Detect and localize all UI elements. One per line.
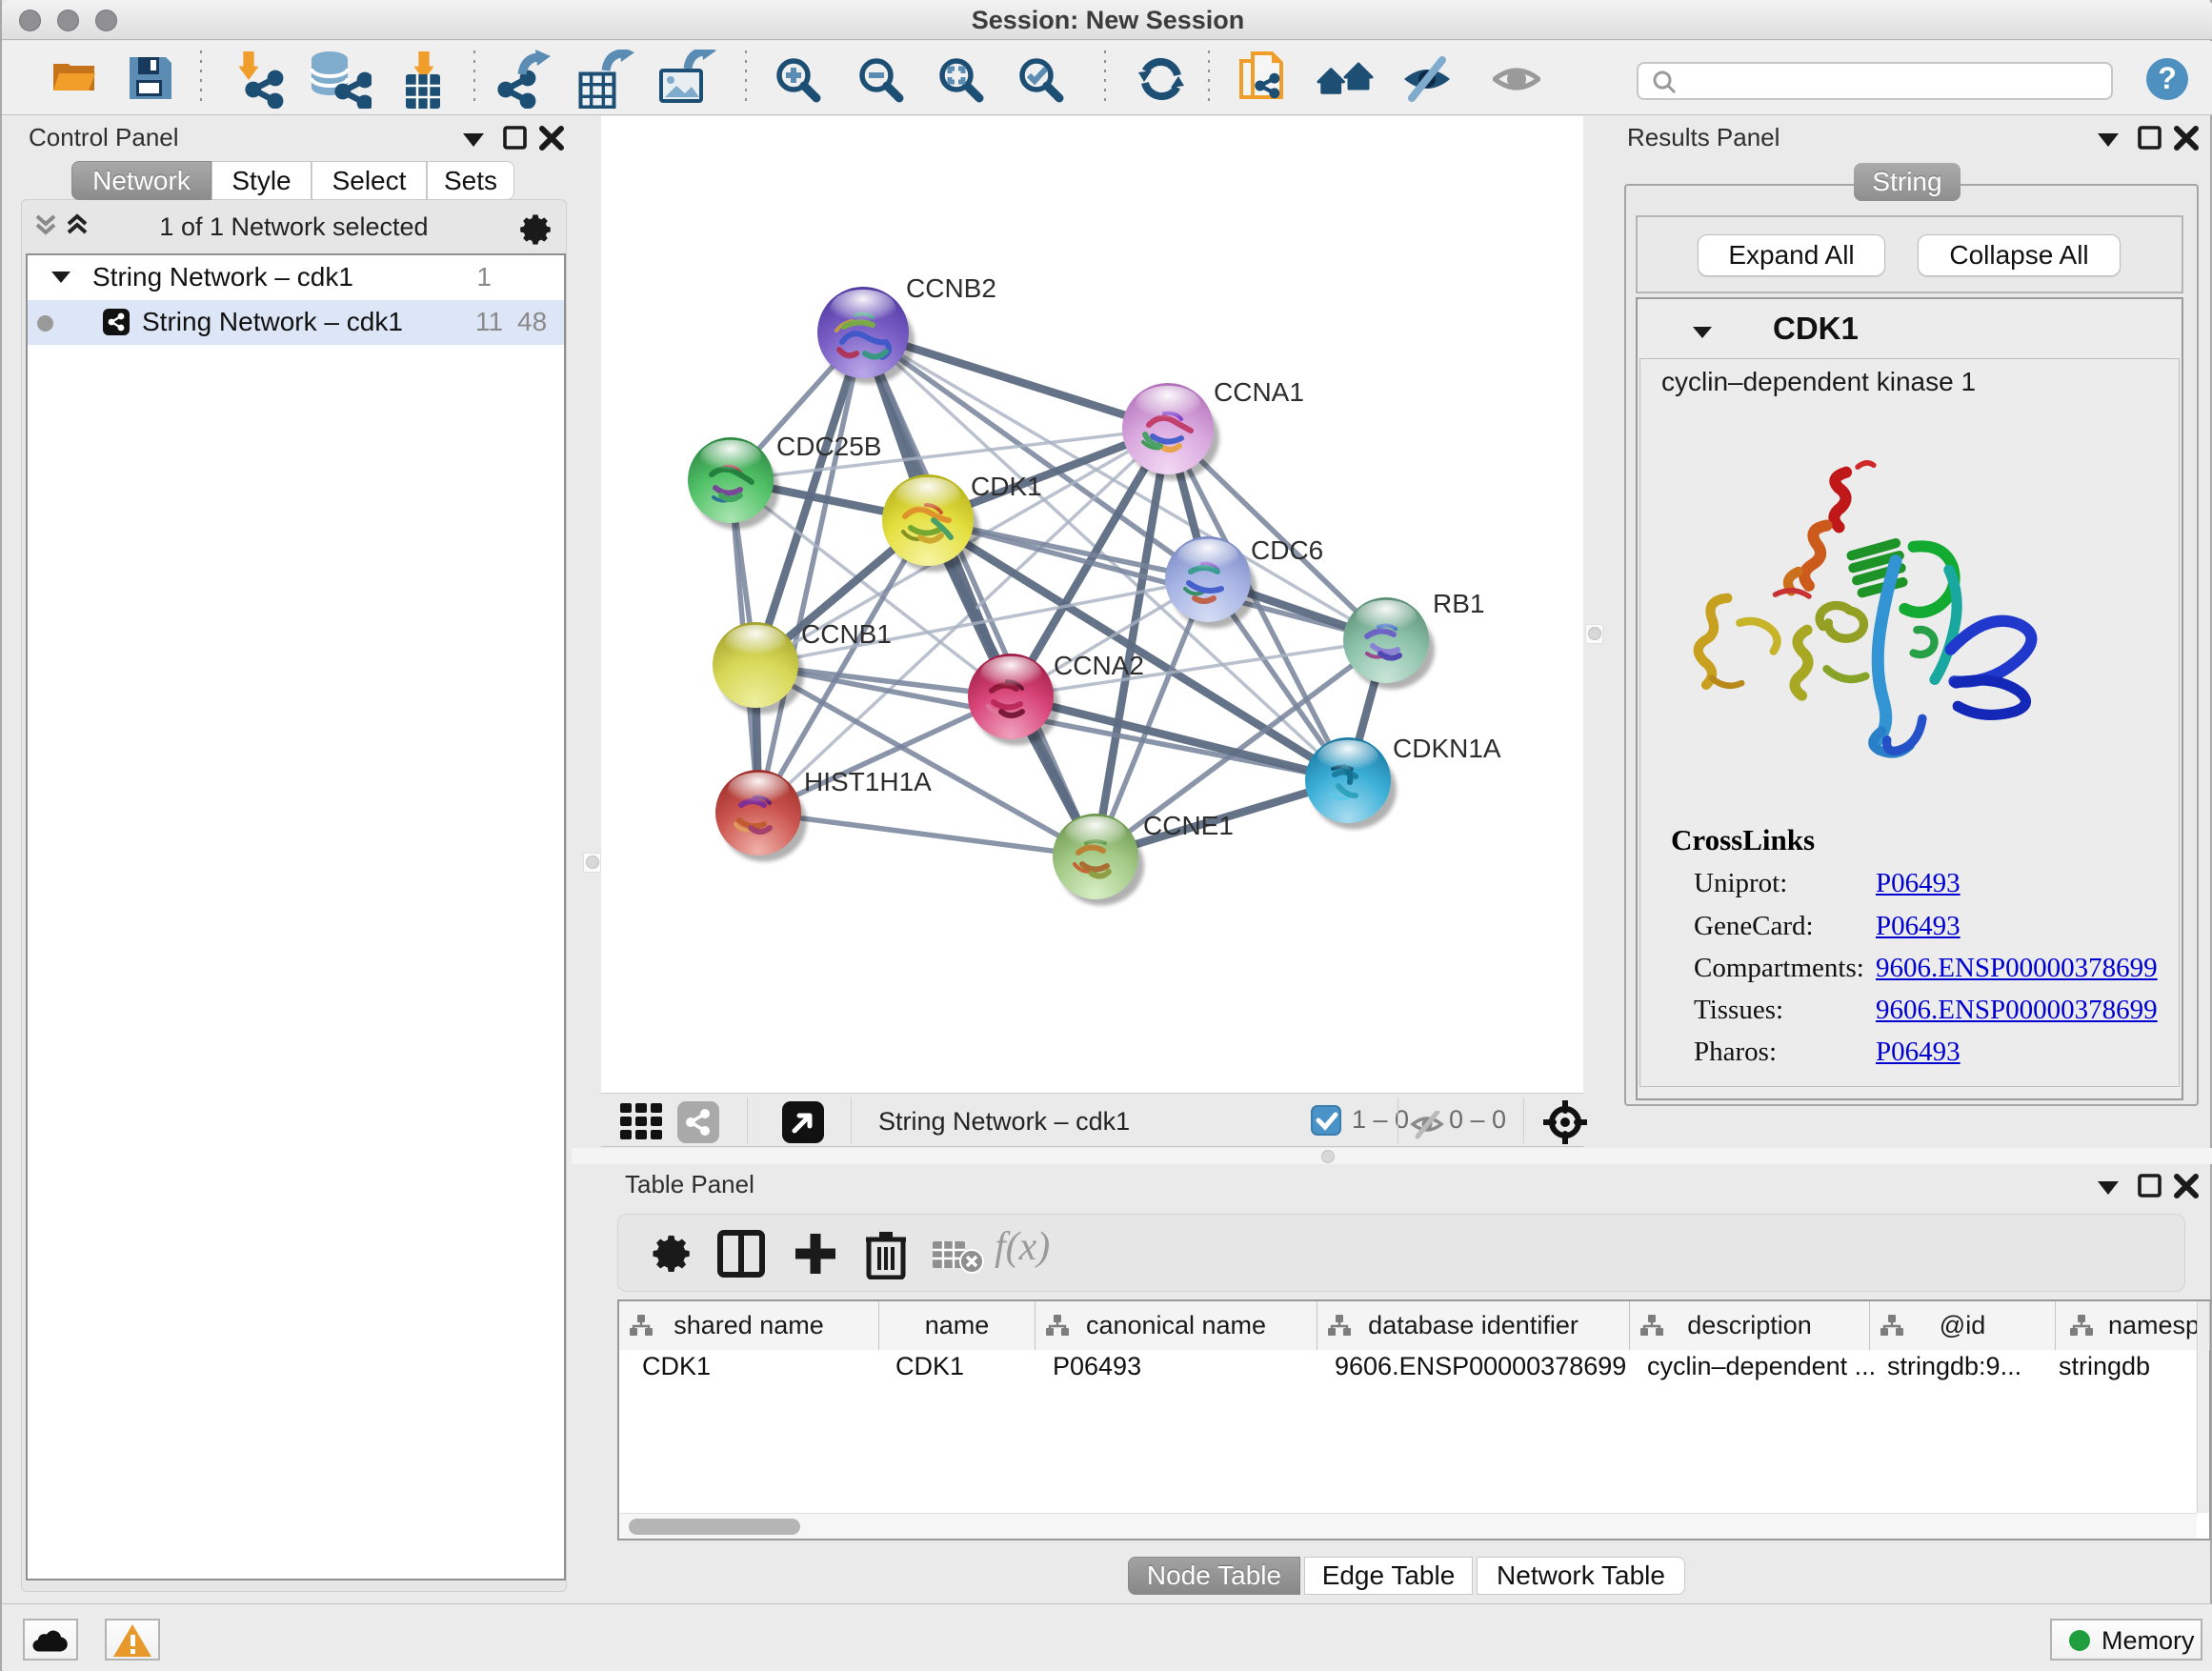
svg-text:CDKN1A: CDKN1A <box>1393 734 1501 763</box>
svg-text:?: ? <box>2158 61 2177 95</box>
svg-text:CDC25B: CDC25B <box>776 432 881 461</box>
svg-text:CCNB2: CCNB2 <box>906 273 996 303</box>
svg-text:HIST1H1A: HIST1H1A <box>804 767 932 796</box>
svg-text:CDK1: CDK1 <box>971 472 1042 501</box>
svg-text:CCNA1: CCNA1 <box>1214 377 1304 407</box>
svg-text:CCNA2: CCNA2 <box>1054 651 1144 680</box>
svg-text:CCNB1: CCNB1 <box>801 619 892 649</box>
svg-text:CDC6: CDC6 <box>1251 535 1323 565</box>
svg-text:RB1: RB1 <box>1433 589 1484 618</box>
svg-text:CCNE1: CCNE1 <box>1143 811 1234 840</box>
